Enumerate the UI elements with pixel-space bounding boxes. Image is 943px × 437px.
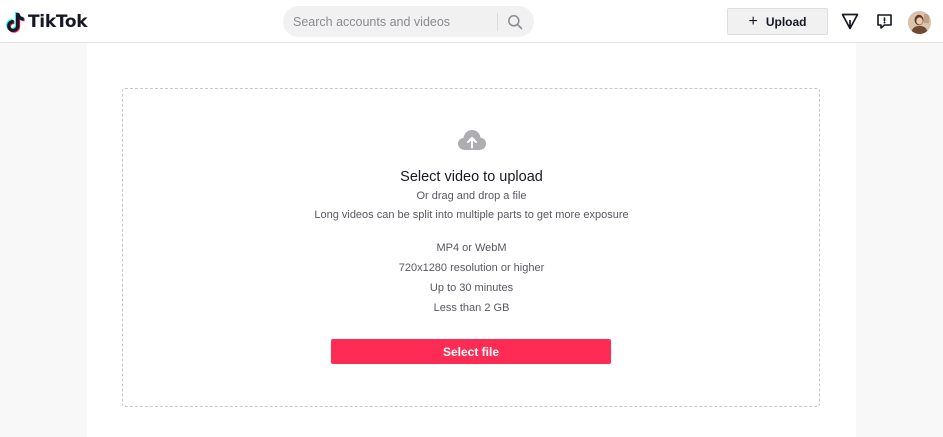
avatar-image xyxy=(908,11,931,34)
tiktok-logo-icon xyxy=(6,12,25,33)
upload-title: Select video to upload xyxy=(400,169,543,185)
plus-icon: + xyxy=(748,12,758,30)
upload-label: Upload xyxy=(765,14,807,29)
upload-subtitle: Or drag and drop a file xyxy=(416,190,527,202)
filter-icon xyxy=(841,13,859,29)
search-divider xyxy=(497,13,498,31)
spec-size: Less than 2 GB xyxy=(433,302,510,314)
messages-icon xyxy=(876,13,892,29)
select-file-button[interactable]: Select file xyxy=(331,339,611,364)
top-navbar: TikTok + Upload xyxy=(0,0,943,43)
search-icon xyxy=(508,14,523,29)
logo-text: TikTok xyxy=(28,12,88,32)
messages-button[interactable] xyxy=(874,11,894,31)
search-input[interactable] xyxy=(293,6,493,37)
spec-resolution: 720x1280 resolution or higher xyxy=(398,262,545,274)
spec-duration: Up to 30 minutes xyxy=(429,282,514,294)
filter-button[interactable] xyxy=(840,11,860,31)
spec-format: MP4 or WebM xyxy=(436,242,507,254)
upload-hint: Long videos can be split into multiple p… xyxy=(314,209,629,221)
search-button[interactable] xyxy=(502,8,528,35)
cloud-upload-icon xyxy=(458,130,486,150)
avatar[interactable] xyxy=(908,11,931,34)
tiktok-logo[interactable]: TikTok xyxy=(6,10,88,34)
upload-button[interactable]: + Upload xyxy=(727,8,828,35)
